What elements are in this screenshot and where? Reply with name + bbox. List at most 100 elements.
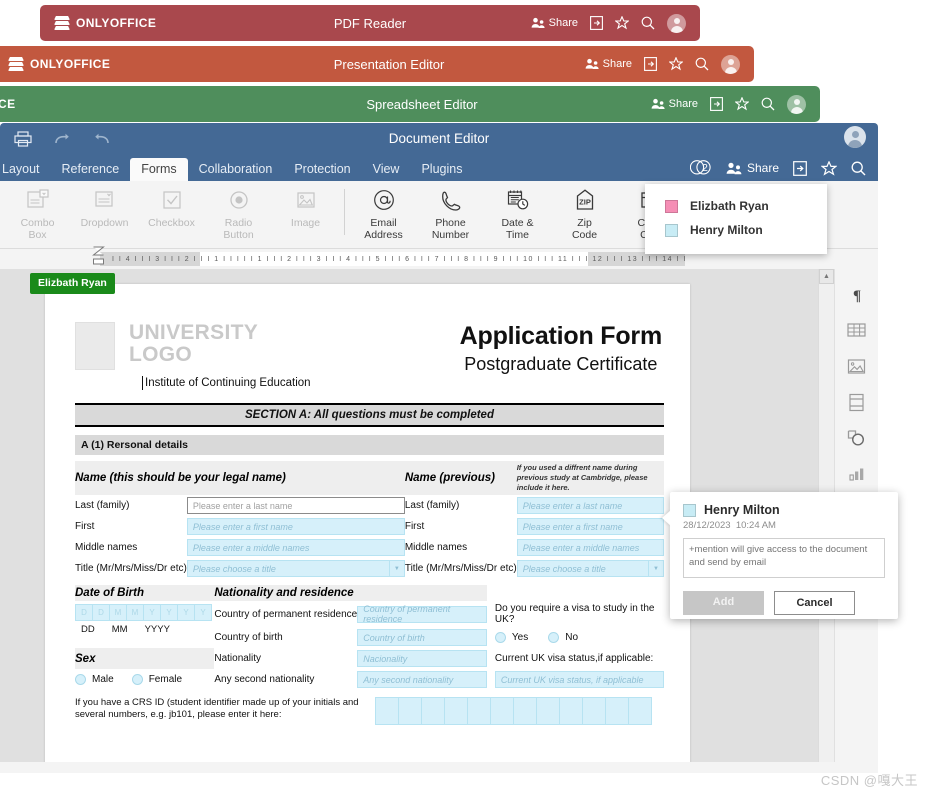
search-icon[interactable] xyxy=(695,57,709,71)
dob-cell[interactable]: Y xyxy=(143,604,161,621)
dob-cell[interactable]: M xyxy=(109,604,127,621)
chart-settings-icon[interactable] xyxy=(844,463,870,485)
favorite-star-icon[interactable] xyxy=(735,97,749,111)
comments-button[interactable]: 2 xyxy=(689,159,712,177)
visa-status-input[interactable]: Current UK visa status, if applicable xyxy=(494,671,664,688)
open-location-icon[interactable] xyxy=(644,57,657,71)
search-icon[interactable] xyxy=(641,16,655,30)
crs-box[interactable] xyxy=(421,697,445,725)
nationality-input[interactable]: Nacionality xyxy=(357,650,487,667)
phone-number-tool[interactable]: Phone Number xyxy=(417,187,484,241)
tab-reference[interactable]: Reference xyxy=(51,158,131,182)
crs-box[interactable] xyxy=(582,697,606,725)
tab-protection[interactable]: Protection xyxy=(283,158,361,182)
dob-cell[interactable]: Y xyxy=(194,604,212,621)
checkbox-tool[interactable]: Checkbox xyxy=(138,187,205,229)
favorite-star-icon[interactable] xyxy=(669,57,683,71)
dropdown-tool[interactable]: Dropdown xyxy=(71,187,138,229)
middle-names-input[interactable]: Please enter a middle names xyxy=(186,539,405,556)
crs-box[interactable] xyxy=(536,697,560,725)
dob-cell[interactable]: D xyxy=(75,604,93,621)
visa-radio-group[interactable]: Yes No xyxy=(494,632,664,643)
crs-box[interactable] xyxy=(513,697,537,725)
crs-id-boxes[interactable] xyxy=(375,697,652,725)
avatar[interactable] xyxy=(667,13,686,33)
second-nationality-input[interactable]: Any second nationality xyxy=(357,671,487,688)
crs-box[interactable] xyxy=(628,697,652,725)
tab-plugins[interactable]: Plugins xyxy=(410,158,473,182)
share-label: Share xyxy=(548,17,578,29)
open-location-icon[interactable] xyxy=(793,160,807,176)
header-footer-settings-icon[interactable] xyxy=(844,391,870,413)
prev-last-family-input[interactable]: Please enter a last name xyxy=(516,497,664,514)
favorite-star-icon[interactable] xyxy=(615,16,629,30)
radio-yes-icon[interactable] xyxy=(494,632,506,643)
scroll-up-button[interactable]: ▲ xyxy=(819,269,834,284)
crs-box[interactable] xyxy=(375,697,399,725)
comment-text-input[interactable] xyxy=(683,538,885,578)
crs-box[interactable] xyxy=(398,697,422,725)
table-settings-icon[interactable] xyxy=(844,319,870,341)
share-button-pres[interactable]: Share xyxy=(585,58,632,70)
crs-box[interactable] xyxy=(444,697,468,725)
comment-popup[interactable]: Henry Milton 28/12/2023 10:24 AM Add Can… xyxy=(670,492,898,619)
share-button-sheet[interactable]: Share xyxy=(651,98,698,110)
sex-radio-group[interactable]: Male Female xyxy=(75,674,214,685)
paragraph-settings-icon[interactable]: ¶ xyxy=(844,283,870,305)
first-input[interactable]: Please enter a first name xyxy=(186,518,405,535)
share-button[interactable]: Share xyxy=(726,161,779,175)
share-users-icon xyxy=(651,98,665,109)
prev-first-input[interactable]: Please enter a first name xyxy=(516,518,664,535)
mention-item-elizbath-ryan[interactable]: Elizbath Ryan xyxy=(645,194,827,218)
dob-cell[interactable]: Y xyxy=(160,604,178,621)
country-residence-input[interactable]: Country of permanent residence xyxy=(357,604,487,624)
email-address-tool[interactable]: Email Address xyxy=(350,187,417,241)
favorite-star-icon[interactable] xyxy=(821,160,837,176)
image-tool[interactable]: Image xyxy=(272,187,339,229)
dob-cell[interactable]: D xyxy=(92,604,110,621)
country-birth-input[interactable]: Country of birth xyxy=(357,629,487,646)
radio-male-icon[interactable] xyxy=(75,674,86,685)
shape-settings-icon[interactable] xyxy=(844,427,870,449)
mention-dropdown[interactable]: Elizbath Ryan Henry Milton xyxy=(645,184,827,254)
date-time-tool[interactable]: Date & Time xyxy=(484,187,551,241)
mention-item-henry-milton[interactable]: Henry Milton xyxy=(645,218,827,242)
open-location-icon[interactable] xyxy=(590,16,603,30)
crs-box[interactable] xyxy=(467,697,491,725)
indent-marker-icon[interactable] xyxy=(92,246,105,266)
add-comment-button[interactable]: Add xyxy=(683,591,764,615)
search-icon[interactable] xyxy=(761,97,775,111)
crs-box[interactable] xyxy=(490,697,514,725)
zip-code-tool[interactable]: ZIP Zip Code xyxy=(551,187,618,241)
dob-cell[interactable]: Y xyxy=(177,604,195,621)
prev-middle-names-input[interactable]: Please enter a middle names xyxy=(516,539,664,556)
image-settings-icon[interactable] xyxy=(844,355,870,377)
last-family-input[interactable]: Please enter a last name xyxy=(186,497,405,514)
search-icon[interactable] xyxy=(851,161,866,176)
share-button-pdf[interactable]: Share xyxy=(531,17,578,29)
user-avatar[interactable] xyxy=(844,126,866,148)
document-page[interactable]: UNIVERSITY LOGO Application Form Postgra… xyxy=(45,284,690,762)
crs-box[interactable] xyxy=(605,697,629,725)
watermark: CSDN @嘎大王 xyxy=(820,773,918,788)
cancel-comment-button[interactable]: Cancel xyxy=(774,591,855,615)
avatar[interactable] xyxy=(721,54,740,74)
pdf-reader-titlebar: ONLYOFFICE PDF Reader Share xyxy=(40,5,700,41)
avatar[interactable] xyxy=(787,94,806,114)
combo-box-tool[interactable]: Combo Box xyxy=(4,187,71,241)
radio-no-icon[interactable] xyxy=(548,632,560,643)
tab-view[interactable]: View xyxy=(362,158,411,182)
tab-forms[interactable]: Forms xyxy=(130,157,188,181)
prev-title-dropdown[interactable]: Please choose a title ▼ xyxy=(516,560,664,577)
title-dropdown[interactable]: Please choose a title ▼ xyxy=(186,560,405,577)
radio-female-icon[interactable] xyxy=(131,674,143,685)
tab-collaboration[interactable]: Collaboration xyxy=(188,158,284,182)
dob-boxes[interactable]: D D M M Y Y Y Y xyxy=(75,604,214,621)
chevron-down-icon[interactable]: ▼ xyxy=(388,560,404,577)
crs-box[interactable] xyxy=(559,697,583,725)
open-location-icon[interactable] xyxy=(710,97,723,111)
radio-button-tool[interactable]: Radio Button xyxy=(205,187,272,241)
dob-cell[interactable]: M xyxy=(126,604,144,621)
tab-layout[interactable]: Layout xyxy=(0,158,51,182)
chevron-down-icon[interactable]: ▼ xyxy=(648,560,663,577)
